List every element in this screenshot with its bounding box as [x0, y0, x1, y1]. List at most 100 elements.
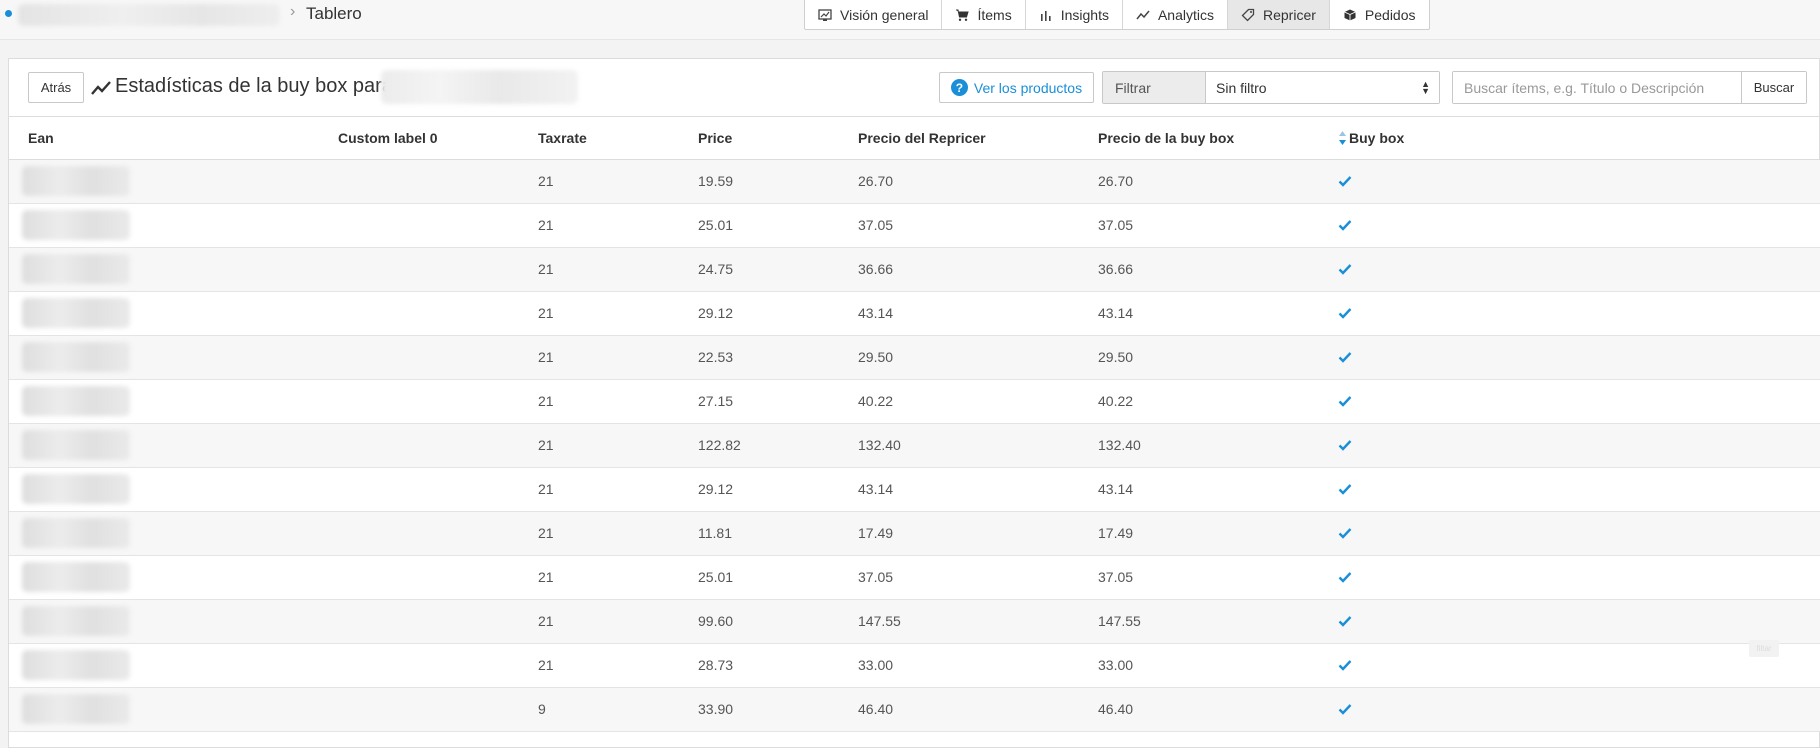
cell-ean	[9, 247, 319, 292]
cell-buybox	[1319, 687, 1820, 732]
cell-buybox-price: 26.70	[1079, 159, 1319, 204]
shop-name-redacted	[381, 70, 578, 104]
search-button[interactable]: Buscar	[1741, 72, 1806, 103]
cell-buybox	[1319, 379, 1820, 424]
buybox-stats-panel: Atrás Estadísticas de la buy box para: ?…	[8, 58, 1820, 748]
page-title: Estadísticas de la buy box para:	[115, 75, 399, 97]
cell-ean	[9, 335, 319, 380]
tab-label: Analytics	[1157, 6, 1214, 23]
select-arrows-icon: ▲ ▼	[1421, 78, 1430, 96]
column-header-buybox-price[interactable]: Precio de la buy box	[1079, 117, 1319, 160]
table-row: 21 27.15 40.22 40.22	[9, 379, 1820, 424]
buybox-table: Ean Custom label 0 Taxrate Price Precio …	[9, 117, 1820, 732]
cell-custom-label	[319, 467, 519, 512]
cell-buybox-price: 40.22	[1079, 379, 1319, 424]
table-header-row: Ean Custom label 0 Taxrate Price Precio …	[9, 117, 1820, 160]
cell-ean	[9, 379, 319, 424]
ean-redacted	[22, 254, 130, 284]
ean-redacted	[22, 474, 130, 504]
check-icon	[1338, 528, 1352, 539]
cell-repricer-price: 46.40	[839, 687, 1079, 732]
ean-redacted	[22, 694, 130, 724]
tab-pedidos[interactable]: Pedidos	[1330, 0, 1429, 29]
cell-buybox	[1319, 203, 1820, 248]
view-products-button[interactable]: ? Ver los productos	[939, 72, 1094, 103]
ean-redacted	[22, 430, 130, 460]
table-row: 21 29.12 43.14 43.14	[9, 291, 1820, 336]
search-control: Buscar	[1452, 71, 1807, 104]
top-bar: › Tablero Visión general Ítems Insights …	[0, 0, 1820, 40]
cell-ean	[9, 291, 319, 336]
tab-analytics[interactable]: Analytics	[1123, 0, 1228, 29]
column-header-price[interactable]: Price	[679, 117, 839, 160]
search-input[interactable]	[1453, 72, 1741, 103]
cell-custom-label	[319, 247, 519, 292]
tab-vision-general[interactable]: Visión general	[805, 0, 943, 29]
column-header-ean[interactable]: Ean	[9, 117, 319, 160]
cell-buybox	[1319, 423, 1820, 468]
table-row: 21 19.59 26.70 26.70	[9, 159, 1820, 204]
main-nav: Visión general Ítems Insights Analytics …	[804, 0, 1430, 30]
cell-repricer-price: 29.50	[839, 335, 1079, 380]
filter-value: Sin filtro	[1216, 79, 1267, 96]
cell-buybox	[1319, 247, 1820, 292]
cell-repricer-price: 37.05	[839, 203, 1079, 248]
ean-redacted	[22, 518, 130, 548]
check-icon	[1338, 396, 1352, 407]
filter-select[interactable]: Sin filtro ▲ ▼	[1206, 72, 1439, 103]
cell-taxrate: 21	[519, 555, 679, 600]
sort-icon	[1339, 130, 1346, 145]
table-row: 21 25.01 37.05 37.05	[9, 203, 1820, 248]
cell-buybox-price: 37.05	[1079, 203, 1319, 248]
cell-buybox-price: 43.14	[1079, 291, 1319, 336]
cell-repricer-price: 37.05	[839, 555, 1079, 600]
breadcrumb-shop-name-redacted[interactable]	[18, 4, 280, 26]
cell-ean	[9, 687, 319, 732]
table-row: 21 29.12 43.14 43.14	[9, 467, 1820, 512]
cell-buybox	[1319, 159, 1820, 204]
panel-header: Atrás Estadísticas de la buy box para: ?…	[9, 59, 1819, 117]
cell-buybox-price: 33.00	[1079, 643, 1319, 688]
cell-taxrate: 21	[519, 247, 679, 292]
ean-redacted	[22, 342, 130, 372]
cell-buybox	[1319, 599, 1820, 644]
bar-chart-icon	[1040, 10, 1051, 21]
check-icon	[1338, 660, 1352, 671]
floating-filter-tag[interactable]: filtar	[1749, 640, 1779, 657]
cell-custom-label	[319, 203, 519, 248]
column-header-label: Buy box	[1349, 129, 1405, 146]
check-icon	[1338, 352, 1352, 363]
cell-repricer-price: 40.22	[839, 379, 1079, 424]
chevron-right-icon: ›	[290, 3, 296, 20]
cell-repricer-price: 43.14	[839, 467, 1079, 512]
cell-price: 29.12	[679, 467, 839, 512]
cell-ean	[9, 423, 319, 468]
tab-label: Insights	[1060, 6, 1109, 23]
column-header-taxrate[interactable]: Taxrate	[519, 117, 679, 160]
breadcrumb-dot-icon	[5, 10, 12, 17]
column-header-repricer-price[interactable]: Precio del Repricer	[839, 117, 1079, 160]
column-header-buybox[interactable]: Buy box	[1319, 117, 1820, 160]
tab-items[interactable]: Ítems	[942, 0, 1026, 29]
table-row: 21 28.73 33.00 33.00	[9, 643, 1820, 688]
tab-label: Pedidos	[1364, 6, 1416, 23]
cell-custom-label	[319, 379, 519, 424]
cell-taxrate: 21	[519, 159, 679, 204]
cell-taxrate: 21	[519, 423, 679, 468]
breadcrumb-current[interactable]: Tablero	[306, 4, 362, 24]
cell-ean	[9, 555, 319, 600]
cell-repricer-price: 36.66	[839, 247, 1079, 292]
cell-buybox	[1319, 291, 1820, 336]
cell-buybox-price: 29.50	[1079, 335, 1319, 380]
cell-ean	[9, 203, 319, 248]
check-icon	[1338, 704, 1352, 715]
cell-repricer-price: 26.70	[839, 159, 1079, 204]
tab-insights[interactable]: Insights	[1026, 0, 1123, 29]
cell-price: 11.81	[679, 511, 839, 556]
trend-icon	[91, 81, 111, 95]
back-button[interactable]: Atrás	[28, 72, 84, 103]
column-header-custom-label[interactable]: Custom label 0	[319, 117, 519, 160]
cell-price: 24.75	[679, 247, 839, 292]
cell-price: 29.12	[679, 291, 839, 336]
tab-repricer[interactable]: Repricer	[1228, 0, 1330, 29]
